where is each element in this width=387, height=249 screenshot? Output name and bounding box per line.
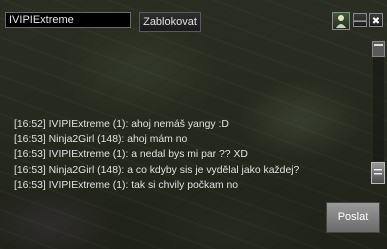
chat-message: [16:53] IVIPIExtreme (1): tak si chvily … — [14, 178, 366, 193]
chat-timestamp: [16:53] — [14, 149, 46, 161]
chat-text: IVIPIExtreme (1): a nedal bys mi par ?? … — [48, 149, 248, 161]
player-name-field[interactable]: IVIPIExtreme — [5, 12, 131, 28]
chat-timestamp: [16:53] — [14, 134, 46, 146]
chat-timestamp: [16:52] — [14, 119, 46, 130]
chat-message: [16:52] IVIPIExtreme (1): ahoj nemáš yan… — [14, 117, 366, 132]
block-button[interactable]: Zablokovat — [139, 12, 201, 32]
scrollbar-track[interactable] — [373, 57, 384, 161]
scroll-up-button[interactable] — [372, 41, 385, 57]
chat-message: [16:53] IVIPIExtreme (1): a nedal bys mi… — [14, 147, 366, 162]
send-button[interactable]: Poslat — [326, 202, 380, 233]
profile-icon-button[interactable] — [332, 12, 350, 30]
scroll-thumb[interactable] — [371, 162, 385, 184]
chat-timestamp: [16:53] — [14, 164, 46, 176]
chat-log: [16:52] IVIPIExtreme (1): ahoj nemáš yan… — [14, 117, 366, 193]
minimize-button[interactable]: — — [353, 13, 367, 27]
chat-message: [16:53] Ninja2Girl (148): ahoj mám no — [14, 132, 366, 147]
minimize-icon: — — [354, 13, 366, 27]
chat-timestamp: [16:53] — [14, 179, 46, 191]
chat-message: [16:53] Ninja2Girl (148): a co kdyby sis… — [14, 163, 366, 178]
person-icon — [336, 15, 346, 28]
chat-text: Ninja2Girl (148): a co kdyby sis je vydě… — [48, 164, 300, 176]
close-button[interactable]: ✖ — [369, 13, 383, 27]
chat-text: Ninja2Girl (148): ahoj mám no — [48, 134, 188, 146]
scroll-up-icon — [374, 44, 383, 46]
chat-text: IVIPIExtreme (1): ahoj nemáš yangy :D — [48, 119, 229, 130]
scroll-grip-icon — [374, 169, 382, 175]
chat-text: IVIPIExtreme (1): tak si chvily počkam n… — [48, 179, 239, 191]
close-icon: ✖ — [371, 16, 381, 27]
